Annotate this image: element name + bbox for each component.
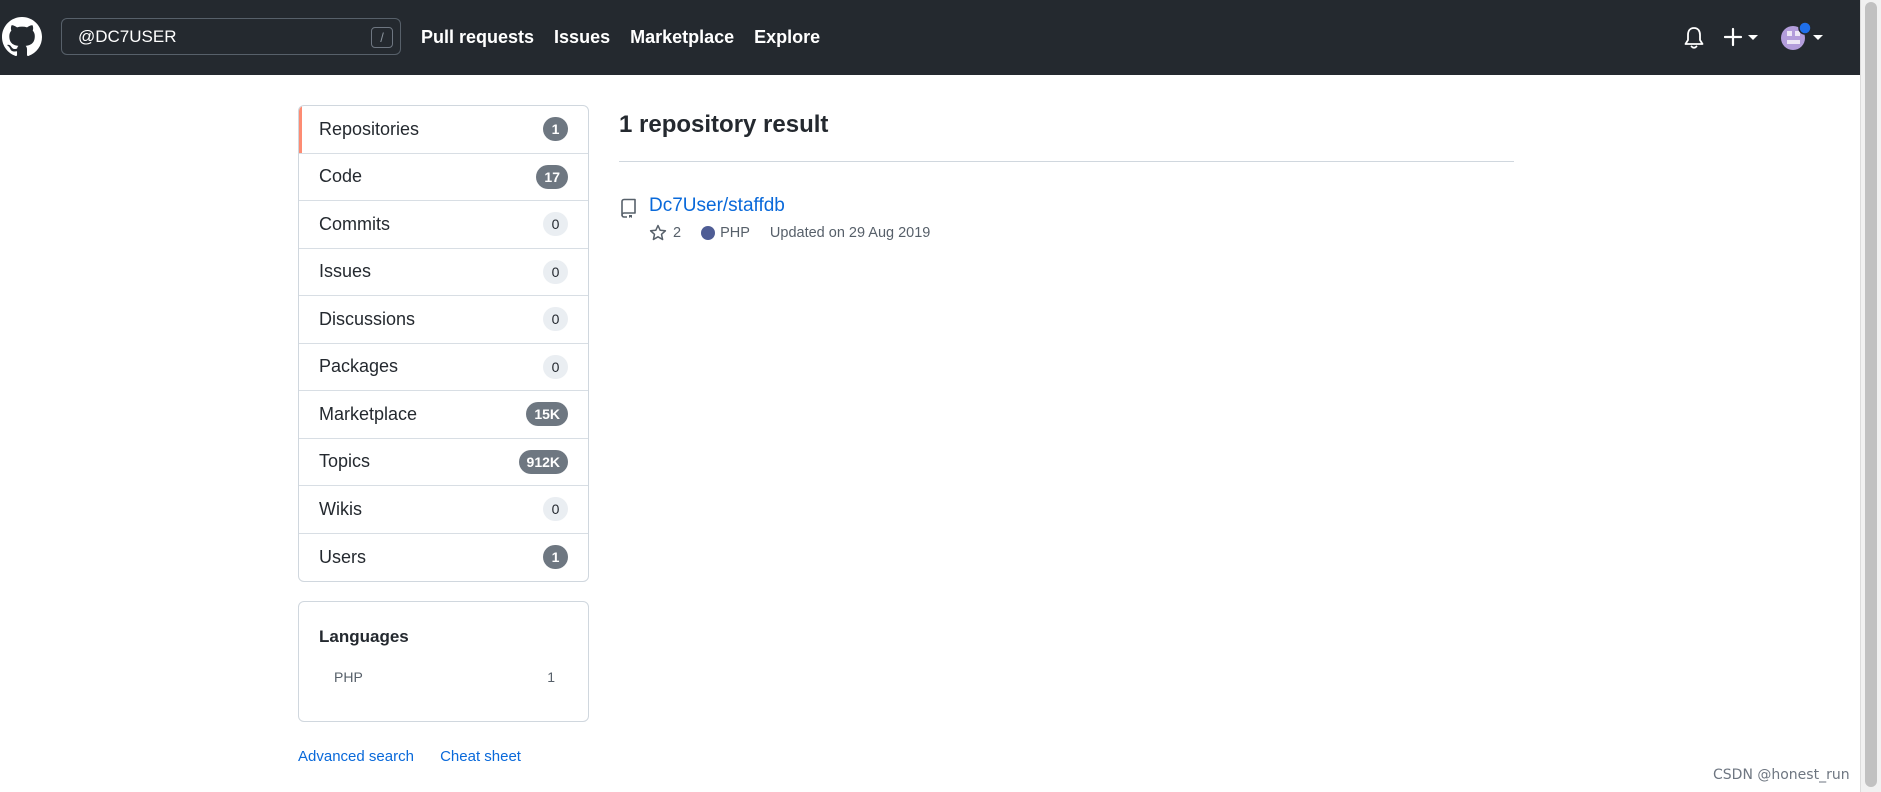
vertical-scrollbar[interactable] [1860,0,1881,792]
menu-item-packages[interactable]: Packages 0 [299,344,588,391]
search-box[interactable]: / [61,18,401,55]
menu-item-label: Packages [319,356,399,377]
menu-item-label: Users [319,546,367,567]
scrollbar-thumb[interactable] [1865,2,1877,787]
menu-item-count: 1 [543,545,568,570]
repo-name-link[interactable]: Dc7User/staffdb [649,195,785,217]
repo-language: PHP [720,225,750,241]
menu-item-label: Discussions [319,308,416,329]
language-color-dot [701,226,716,240]
menu-item-repositories[interactable]: Repositories 1 [299,106,588,154]
create-new-icon[interactable] [1724,24,1764,50]
github-logo-icon[interactable] [2,17,42,57]
menu-item-users[interactable]: Users 1 [299,534,588,582]
language-count: 1 [547,669,555,685]
menu-item-label: Topics [319,451,371,472]
menu-item-commits[interactable]: Commits 0 [299,201,588,249]
menu-item-count: 0 [543,307,568,332]
search-shortcut-key: / [371,27,393,48]
menu-item-label: Code [319,166,363,187]
menu-item-issues[interactable]: Issues 0 [299,249,588,296]
menu-item-label: Wikis [319,498,362,519]
menu-item-label: Issues [319,261,372,282]
menu-item-count: 0 [543,259,568,284]
nav-marketplace[interactable]: Marketplace [630,27,734,48]
menu-item-label: Commits [319,213,390,234]
menu-item-count: 17 [536,164,568,189]
menu-item-label: Repositories [319,118,420,139]
top-header: / Pull requests Issues Marketplace Explo… [0,0,1860,75]
bell-icon[interactable] [1683,26,1705,50]
menu-item-wikis[interactable]: Wikis 0 [299,486,588,534]
repo-icon [621,198,636,218]
star-count[interactable]: 2 [673,225,681,241]
menu-item-count: 0 [543,354,568,379]
menu-item-count: 912K [518,449,568,474]
watermark: CSDN @honest_run [1713,767,1850,783]
divider [619,161,1514,162]
languages-panel: Languages PHP 1 [298,601,589,722]
language-filter-php[interactable]: PHP [334,669,363,685]
footer-links: Advanced search Cheat sheet [298,748,543,765]
avatar[interactable] [1779,21,1823,53]
menu-item-label: Marketplace [319,403,418,424]
languages-title: Languages [319,627,409,646]
top-nav: Pull requests Issues Marketplace Explore [421,0,840,75]
star-icon[interactable] [649,224,667,242]
nav-issues[interactable]: Issues [554,27,610,48]
menu-item-marketplace[interactable]: Marketplace 15K [299,391,588,439]
search-type-menu: Repositories 1 Code 17 Commits 0 Issues … [298,105,589,582]
repo-meta: 2 PHP Updated on 29 Aug 2019 [649,223,930,243]
nav-pull-requests[interactable]: Pull requests [421,27,534,48]
repo-updated: Updated on 29 Aug 2019 [769,225,931,241]
menu-item-count: 15K [526,402,568,427]
menu-item-count: 0 [543,212,568,237]
cheat-sheet-link[interactable]: Cheat sheet [440,748,521,765]
search-input[interactable] [62,19,400,54]
menu-item-count: 0 [543,497,568,522]
results-heading: 1 repository result [619,111,829,138]
advanced-search-link[interactable]: Advanced search [298,748,414,765]
menu-item-count: 1 [543,117,568,142]
menu-item-topics[interactable]: Topics 912K [299,439,588,486]
nav-explore[interactable]: Explore [754,27,820,48]
menu-item-discussions[interactable]: Discussions 0 [299,296,588,344]
menu-item-code[interactable]: Code 17 [299,154,588,201]
